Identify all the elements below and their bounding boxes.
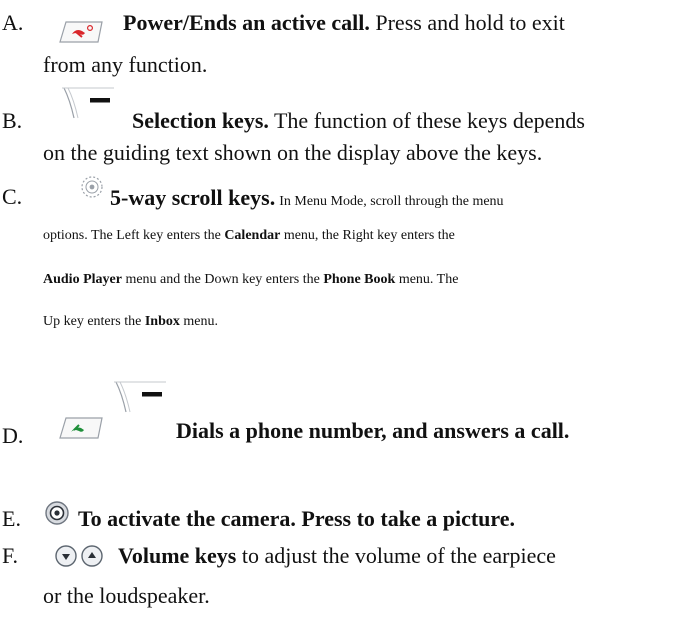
end-call-red-handset-icon xyxy=(54,18,106,49)
item-title: 5-way scroll keys. xyxy=(110,185,276,210)
selection-key-icon xyxy=(60,86,116,127)
desc-bold: Inbox xyxy=(144,314,180,329)
desc-line: Up key enters the Inbox menu. xyxy=(43,314,218,330)
volume-up-icon xyxy=(80,544,104,573)
item-title: Power/Ends an active call. xyxy=(123,10,370,35)
item-desc-line2: from any function. xyxy=(43,52,208,77)
volume-down-icon xyxy=(54,544,78,573)
item-desc: In Menu Mode, scroll through the menu xyxy=(279,194,504,209)
desc-text: Up key enters the xyxy=(43,314,145,329)
item-desc: Press and hold to exit xyxy=(369,10,565,35)
desc-line: Audio Player menu and the Down key enter… xyxy=(43,272,458,288)
item-title: Volume keys xyxy=(118,543,237,568)
item-letter: A. xyxy=(2,10,24,35)
desc-text: menu. The xyxy=(395,272,459,287)
item-title: To activate the camera. Press to take a … xyxy=(78,506,516,531)
desc-text: menu. xyxy=(179,314,218,329)
camera-key-icon xyxy=(44,500,70,531)
desc-bold: Audio Player xyxy=(43,272,122,287)
item-letter: D. xyxy=(2,423,24,448)
selection-key-icon xyxy=(112,380,168,421)
item-letter: C. xyxy=(2,184,23,209)
item-title: Dials a phone number, and answers a call… xyxy=(176,418,570,443)
item-title: Selection keys. xyxy=(132,108,269,133)
item-letter: F. xyxy=(2,543,18,568)
scroll-key-icon xyxy=(80,175,104,204)
item-desc: to adjust the volume of the earpiece xyxy=(236,543,556,568)
item-desc-line2: on the guiding text shown on the display… xyxy=(43,140,543,165)
item-desc-line2: or the loudspeaker. xyxy=(43,583,210,608)
desc-text: menu and the Down key enters the xyxy=(121,272,324,287)
desc-line: options. The Left key enters the Calenda… xyxy=(43,228,455,244)
item-letter: B. xyxy=(2,108,23,133)
desc-bold: Phone Book xyxy=(323,272,396,287)
send-call-green-handset-icon xyxy=(54,414,106,445)
desc-bold: Calendar xyxy=(224,228,281,243)
item-desc: The function of these keys depends xyxy=(268,108,585,133)
item-letter: E. xyxy=(2,506,21,531)
desc-text: options. The Left key enters the xyxy=(43,228,225,243)
desc-text: menu, the Right key enters the xyxy=(280,228,455,243)
